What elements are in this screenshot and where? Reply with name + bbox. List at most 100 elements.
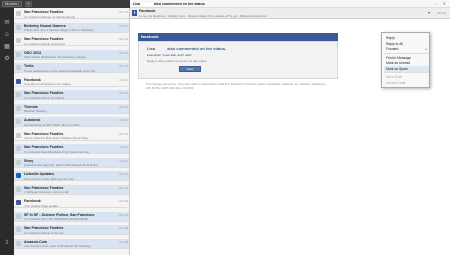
minimize-icon[interactable]: – [436, 1, 438, 6]
close-icon[interactable]: ✕ [443, 1, 446, 6]
message-preview: I'm invited to Dinner at Cracca [24, 95, 65, 100]
message-row[interactable]: San Francisco Foodies You're invited to B… [14, 131, 129, 141]
message-preview: Top news for Trello: Boring to the Top [24, 176, 74, 181]
sender-avatar [16, 119, 21, 124]
message-header: f Facebook to me, via facebook · Display… [130, 8, 450, 19]
view-comments-button[interactable]: View Comments [179, 66, 201, 76]
message-preview: Weather Starting [24, 109, 47, 113]
list-toolbar: Modern + [0, 0, 130, 8]
sender-name: San Francisco Foodies [24, 185, 64, 190]
message-preview: I'm invited to Women of Vineds [Food] [24, 14, 75, 19]
message-row[interactable]: LinkedIn Updates Top news for Trello: Bor… [14, 171, 129, 181]
message-preview: GDC Online 2013 News: 4K Advocacy, Desig… [24, 55, 86, 59]
facebook-banner: facebook [138, 33, 338, 41]
message-preview: Lisa also commented on her status. [24, 82, 72, 86]
menu-item-forward[interactable]: Forward ▸ [384, 46, 429, 52]
message-row[interactable]: Berkeley Hound Gamers Transmissi: Join 1 … [14, 22, 129, 33]
sender-avatar [16, 78, 21, 84]
email-body: facebook Lisa also commented on her stat… [138, 33, 338, 94]
sender-name: Autodesk [24, 118, 41, 122]
sender-name: GDC 2013 [24, 50, 41, 55]
message-row[interactable]: San Francisco Foodies I'm invited to New … [14, 144, 129, 154]
message-preview: Get Autodesk at SDC 2012, More on Parc [24, 122, 80, 127]
message-row[interactable]: Facebook Lisa also commented on her statu… [14, 77, 129, 87]
account-switcher[interactable]: Modern [2, 1, 22, 7]
sender-avatar [16, 51, 21, 57]
notification-title: Lisa also commented on her status. [147, 46, 226, 51]
facebook-icon: f [132, 10, 137, 16]
message-date: Oct 10 [119, 185, 128, 190]
reply-hint: Reply to this email to comment on this s… [147, 59, 208, 63]
message-preview: Transmissi: Join 1 Discord Kipper 1.0mmt… [24, 28, 94, 32]
sender-avatar [16, 240, 21, 246]
message-row[interactable]: San Francisco Foodies I'm invited to Dinn… [14, 90, 129, 100]
message-date: Oct 10 [119, 172, 128, 176]
message-date: Oct 09 [119, 199, 128, 203]
sender-avatar [16, 159, 21, 165]
message-row[interactable]: Trello 5 new notifications on the board C… [14, 63, 129, 73]
message-row[interactable]: SF In SF - Science Fiction, San Francisc… [14, 211, 129, 222]
upload-icon[interactable]: ⇧ [3, 240, 11, 247]
message-date: Oct 14 [119, 91, 128, 95]
message-preview: You're invited to Best Oven Chicken (Sou… [24, 136, 89, 140]
menu-separator [384, 52, 429, 54]
message-row[interactable]: San Francisco Foodies I'm invited to Wome… [14, 9, 129, 19]
compose-button[interactable]: + [25, 1, 32, 7]
sender-name: Facebook [24, 77, 41, 82]
subject-text: also commented on her status. [153, 2, 206, 6]
sender-name: San Francisco Foodies [24, 226, 64, 230]
sender-name: Story [24, 158, 34, 163]
chevron-down-icon[interactable]: ▾ [428, 10, 430, 15]
message-date: Oct 15 [119, 64, 128, 68]
message-row[interactable]: San Francisco Foodies I'm invited to Dinn… [14, 36, 129, 46]
sender-name: Amazon.Com [24, 239, 47, 244]
contacts-icon[interactable]: ☺ [3, 32, 11, 39]
message-date: Oct 10 [119, 10, 128, 14]
sender-name: LinkedIn Updates [24, 172, 54, 176]
message-row[interactable]: GDC 2013 GDC Online 2013 News: 4K Advocac… [14, 49, 129, 60]
message-time: Oct 14 [437, 11, 446, 15]
message-row[interactable]: Amazon.Com Your Amazon.com order of All H… [14, 238, 129, 249]
sender-name: San Francisco Foodies [24, 131, 64, 136]
subject-bar: Lisa also commented on her status. – ✕ [130, 0, 450, 8]
calendar-icon[interactable]: ▦ [3, 44, 11, 51]
settings-icon[interactable]: ⚙ [3, 56, 11, 63]
comment-quote: Lisa wrote: "Love that, and I miss" [147, 53, 193, 57]
message-date: Oct 14 [119, 104, 128, 109]
sender-name: SF In SF - Science Fiction, San Francisc… [24, 212, 95, 217]
message-preview: [collectionstoryapp] Re: [2012 CWH Drago… [24, 163, 98, 167]
sender-name: San Francisco Foodies [24, 145, 64, 149]
sender-avatar [16, 105, 21, 111]
sender-name: San Francisco Foodies [24, 91, 64, 95]
message-row[interactable]: San Francisco Foodies I'm invited to Dinn… [14, 225, 129, 235]
message-date: Oct 11 [119, 158, 128, 163]
message-row[interactable]: San Francisco Foodies I: Shibuya Invincio… [14, 184, 129, 195]
sender-avatar [16, 186, 21, 192]
sender-avatar [16, 65, 21, 70]
message-row[interactable]: Story [collectionstoryapp] Re: [2012 CWH … [14, 157, 129, 168]
sender-avatar [16, 227, 21, 232]
inbox-icon[interactable]: ✉ [3, 20, 11, 27]
message-row[interactable]: Thennis Weather Starting Oct 14 [14, 103, 129, 114]
message-actions-menu: Reply Reply to All Forward ▸ Find in Message… [381, 32, 430, 88]
sender-avatar [16, 173, 21, 178]
sender-link[interactable]: Lisa [147, 46, 155, 51]
message-preview: I'm invited to New Members Only: Dinner … [24, 149, 90, 154]
message-date: Oct 08 [119, 239, 128, 244]
message-preview: Your Amazon.com order of All Hands (for … [24, 244, 91, 248]
message-date: Oct 14 [119, 77, 128, 82]
message-subject: Lisa also commented on her status. [133, 2, 206, 6]
message-row[interactable]: Facebook Your weekly Page update Oct 09 [14, 198, 129, 208]
message-row[interactable]: Autodesk Get Autodesk at SDC 2012, More o… [14, 117, 129, 127]
menu-item-mark-as-spam[interactable]: Mark as Spam [384, 65, 429, 72]
subject-sender: Lisa [133, 2, 141, 6]
message-preview: I'm invited to SF in SF PRIMEVAL/RANDOMI… [24, 217, 88, 221]
message-date: Oct 09 [119, 212, 128, 217]
sender-avatar [16, 132, 21, 138]
recipient-line: to me, via facebook · Display more · Alw… [139, 14, 267, 18]
sender-name: San Francisco Foodies [24, 37, 64, 41]
message-preview: I'm invited to Dinner at Tu Lan [24, 230, 64, 235]
sender-name: Facebook [24, 199, 41, 203]
app-sidebar: ✉ ☺ ▦ ⚙ ⇧ [0, 0, 14, 255]
sender-name: Berkeley Hound Gamers [24, 23, 66, 28]
